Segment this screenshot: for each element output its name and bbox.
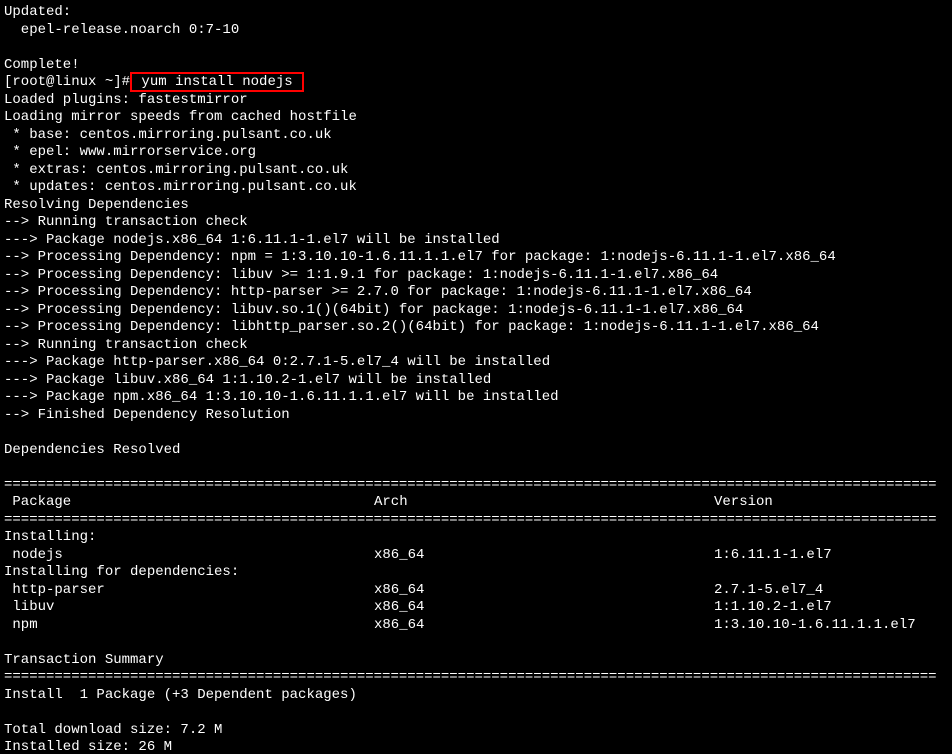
pkg-version: 1:1.10.2-1.el7 — [714, 599, 832, 617]
pkg-name: npm — [4, 617, 374, 635]
col-package: Package — [4, 494, 374, 512]
pkg-version: 1:3.10.10-1.6.11.1.1.el7 — [714, 617, 916, 635]
installed-size: Installed size: 26 M — [4, 739, 172, 754]
col-version: Version — [714, 494, 773, 512]
updated-label: Updated: — [4, 4, 71, 20]
trans-line: ---> Package npm.x86_64 1:3.10.10-1.6.11… — [4, 389, 559, 405]
trans-line: --> Processing Dependency: http-parser >… — [4, 284, 752, 300]
resolving-deps: Resolving Dependencies — [4, 197, 189, 213]
pkg-arch: x86_64 — [374, 582, 714, 600]
installing-deps-label: Installing for dependencies: — [4, 564, 239, 580]
pkg-arch: x86_64 — [374, 617, 714, 635]
pkg-name: libuv — [4, 599, 374, 617]
pkg-version: 1:6.11.1-1.el7 — [714, 547, 832, 565]
pkg-name: nodejs — [4, 547, 374, 565]
pkg-arch: x86_64 — [374, 547, 714, 565]
horizontal-rule: ========================================… — [4, 669, 937, 685]
transaction-summary-title: Transaction Summary — [4, 652, 164, 668]
command-highlight: yum install nodejs — [130, 72, 304, 92]
trans-line: --> Running transaction check — [4, 214, 248, 230]
shell-prompt: [root@linux ~]# — [4, 74, 130, 90]
mirror-epel: * epel: www.mirrorservice.org — [4, 144, 256, 160]
trans-line: --> Processing Dependency: libuv >= 1:1.… — [4, 267, 718, 283]
updated-package: epel-release.noarch 0:7-10 — [4, 22, 239, 38]
loading-mirror: Loading mirror speeds from cached hostfi… — [4, 109, 357, 125]
pkg-version: 2.7.1-5.el7_4 — [714, 582, 823, 600]
col-arch: Arch — [374, 494, 714, 512]
mirror-extras: * extras: centos.mirroring.pulsant.co.uk — [4, 162, 348, 178]
trans-line: --> Finished Dependency Resolution — [4, 407, 290, 423]
deps-resolved: Dependencies Resolved — [4, 442, 180, 458]
trans-line: ---> Package http-parser.x86_64 0:2.7.1-… — [4, 354, 550, 370]
mirror-base: * base: centos.mirroring.pulsant.co.uk — [4, 127, 332, 143]
trans-line: ---> Package libuv.x86_64 1:1.10.2-1.el7… — [4, 372, 491, 388]
yum-command: yum install nodejs — [133, 74, 301, 90]
trans-line: --> Running transaction check — [4, 337, 248, 353]
pkg-arch: x86_64 — [374, 599, 714, 617]
trans-line: --> Processing Dependency: libhttp_parse… — [4, 319, 819, 335]
terminal-output[interactable]: Updated: epel-release.noarch 0:7-10 Comp… — [0, 0, 952, 754]
trans-line: --> Processing Dependency: npm = 1:3.10.… — [4, 249, 836, 265]
mirror-updates: * updates: centos.mirroring.pulsant.co.u… — [4, 179, 357, 195]
loaded-plugins: Loaded plugins: fastestmirror — [4, 92, 248, 108]
trans-line: --> Processing Dependency: libuv.so.1()(… — [4, 302, 743, 318]
trans-line: ---> Package nodejs.x86_64 1:6.11.1-1.el… — [4, 232, 500, 248]
installing-label: Installing: — [4, 529, 96, 545]
pkg-name: http-parser — [4, 582, 374, 600]
install-summary-line: Install 1 Package (+3 Dependent packages… — [4, 687, 357, 703]
horizontal-rule: ========================================… — [4, 512, 937, 528]
complete-text: Complete! — [4, 57, 80, 73]
download-size: Total download size: 7.2 M — [4, 722, 222, 738]
horizontal-rule: ========================================… — [4, 477, 937, 493]
